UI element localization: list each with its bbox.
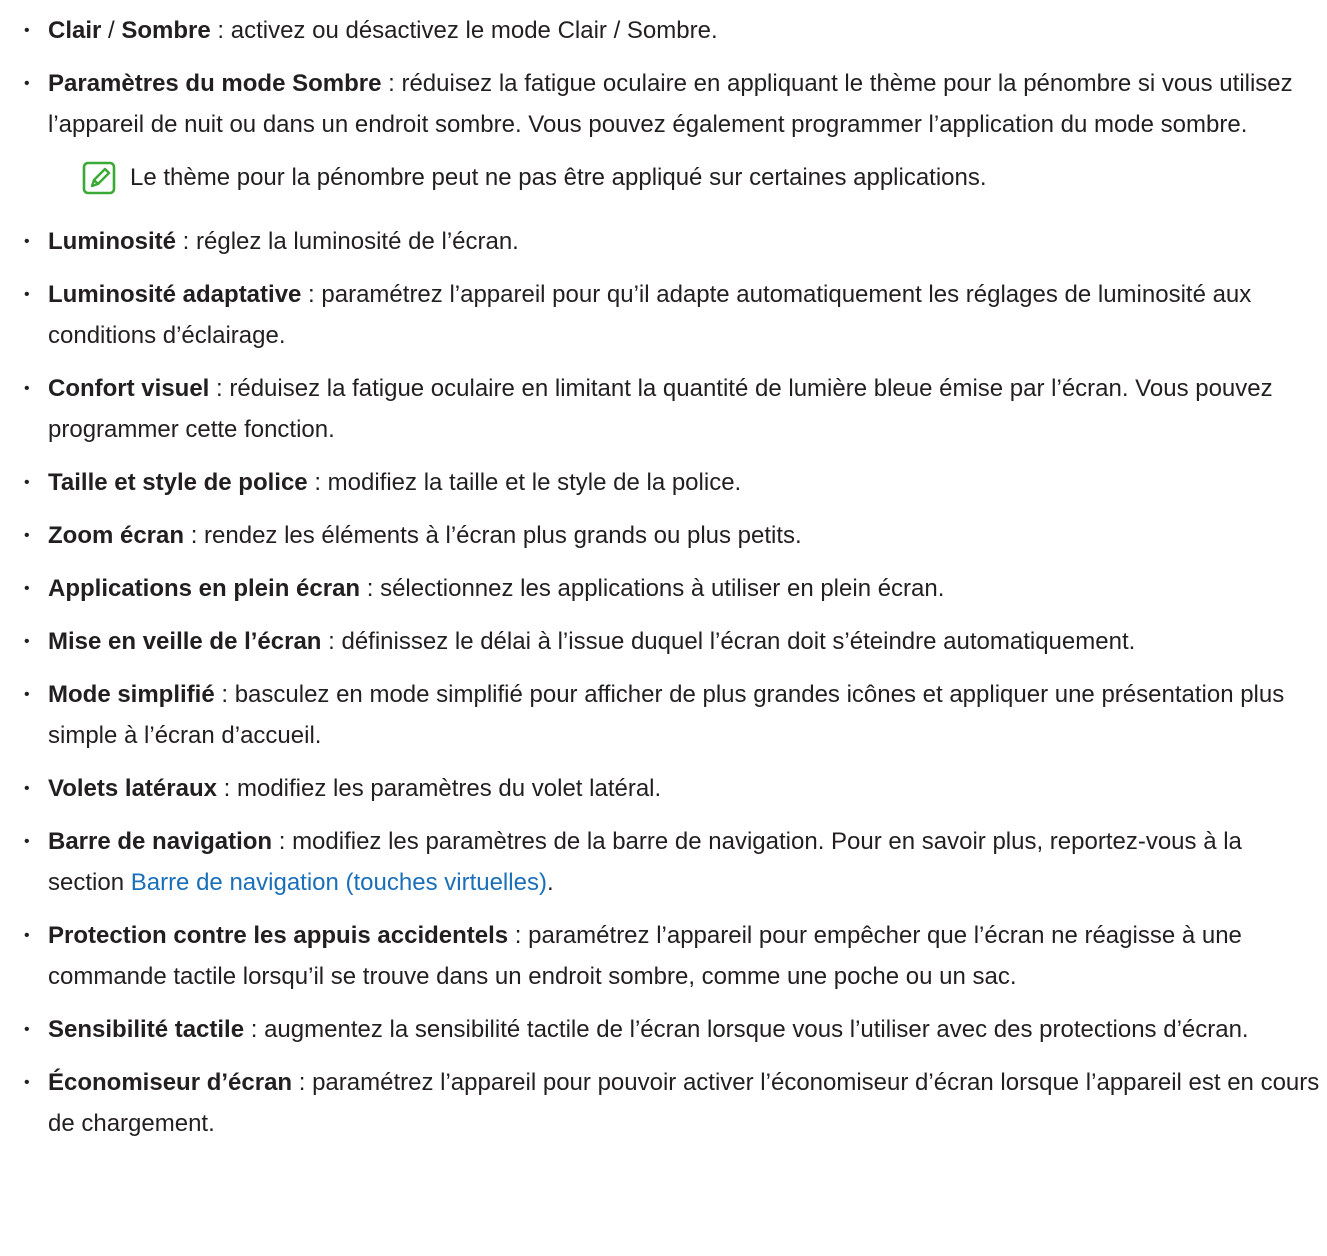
item-term: Sensibilité tactile [48,1016,245,1043]
item-text: Clair / Sombre : activez ou désactivez l… [48,10,1327,51]
note-box: Le thème pour la pénombre peut ne pas êt… [0,157,1327,207]
bullet: • [24,580,30,597]
item-description: : activez ou désactivez le mode Clair / … [210,17,718,44]
item-term: Volets latéraux [48,775,217,802]
list-item-navigation-bar: • Barre de navigation : modifiez les par… [0,821,1327,903]
item-term: Applications en plein écran [48,575,361,602]
list-item-touch-sensitivity: • Sensibilité tactile : augmentez la sen… [0,1009,1327,1050]
settings-display-list: • Clair / Sombre : activez ou désactivez… [0,0,1327,1144]
item-description: : basculez en mode simplifié pour affich… [48,681,1285,749]
item-term: Barre de navigation [48,828,273,855]
item-term: Sombre [121,17,211,44]
item-description: : augmentez la sensibilité tactile de l’… [244,1016,1249,1043]
list-item-eye-comfort: • Confort visuel : réduisez la fatigue o… [0,368,1327,450]
list-item-accidental-touch: • Protection contre les appuis accidente… [0,915,1327,997]
item-term: Luminosité [48,228,177,255]
list-item-screen-timeout: • Mise en veille de l’écran : définissez… [0,621,1327,662]
bullet: • [24,780,30,797]
item-term: Zoom écran [48,522,185,549]
list-item-clair-sombre: • Clair / Sombre : activez ou désactivez… [0,10,1327,51]
bullet: • [24,380,30,397]
item-description: : rendez les éléments à l’écran plus gra… [184,522,802,549]
item-term: Économiseur d’écran [48,1069,293,1096]
item-term: Clair [48,17,102,44]
item-text: Taille et style de police : modifiez la … [48,462,1327,503]
item-term: Luminosité adaptative [48,281,302,308]
item-text: Mise en veille de l’écran : définissez l… [48,621,1327,662]
bullet: • [24,233,30,250]
item-description: : réduisez la fatigue oculaire en limita… [48,375,1273,443]
bullet: • [24,75,30,92]
list-item-brightness: • Luminosité : réglez la luminosité de l… [0,221,1327,262]
bullet: • [24,286,30,303]
item-description: : modifiez la taille et le style de la p… [307,469,742,496]
list-item-screen-zoom: • Zoom écran : rendez les éléments à l’é… [0,515,1327,556]
bullet: • [24,527,30,544]
list-item-easy-mode: • Mode simplifié : basculez en mode simp… [0,674,1327,756]
item-text: Économiseur d’écran : paramétrez l’appar… [48,1062,1327,1144]
item-term: Protection contre les appuis accidentels [48,922,509,949]
navigation-bar-section-link[interactable]: Barre de navigation (touches virtuelles) [131,869,547,896]
note-text: Le thème pour la pénombre peut ne pas êt… [130,164,987,191]
item-term: Taille et style de police [48,469,308,496]
item-description: : sélectionnez les applications à utilis… [360,575,945,602]
item-text: Luminosité : réglez la luminosité de l’é… [48,221,1327,262]
note-pencil-icon [82,161,116,195]
item-text: Mode simplifié : basculez en mode simpli… [48,674,1327,756]
item-text: Applications en plein écran : sélectionn… [48,568,1327,609]
list-item-font-size-style: • Taille et style de police : modifiez l… [0,462,1327,503]
bullet: • [24,686,30,703]
item-text: Volets latéraux : modifiez les paramètre… [48,768,1327,809]
bullet: • [24,633,30,650]
list-item-dark-mode-settings: • Paramètres du mode Sombre : réduisez l… [0,63,1327,145]
term-separator: / [101,17,122,44]
item-text: Zoom écran : rendez les éléments à l’écr… [48,515,1327,556]
item-description: : définissez le délai à l’issue duquel l… [321,628,1136,655]
bullet: • [24,1021,30,1038]
bullet: • [24,474,30,491]
list-item-edge-panels: • Volets latéraux : modifiez les paramèt… [0,768,1327,809]
list-item-fullscreen-apps: • Applications en plein écran : sélectio… [0,568,1327,609]
item-description: : réglez la luminosité de l’écran. [176,228,519,255]
item-term: Mode simplifié [48,681,215,708]
item-text: Confort visuel : réduisez la fatigue ocu… [48,368,1327,450]
item-text: Barre de navigation : modifiez les param… [48,821,1327,903]
item-term: Paramètres du mode Sombre [48,70,382,97]
item-term: Mise en veille de l’écran [48,628,322,655]
bullet: • [24,22,30,39]
item-term: Confort visuel [48,375,210,402]
item-text: Paramètres du mode Sombre : réduisez la … [48,63,1327,145]
item-description: : modifiez les paramètres du volet latér… [216,775,662,802]
item-text: Sensibilité tactile : augmentez la sensi… [48,1009,1327,1050]
item-text: Luminosité adaptative : paramétrez l’app… [48,274,1327,356]
list-item-adaptive-brightness: • Luminosité adaptative : paramétrez l’a… [0,274,1327,356]
bullet: • [24,927,30,944]
item-text: Protection contre les appuis accidentels… [48,915,1327,997]
list-item-screen-saver: • Économiseur d’écran : paramétrez l’app… [0,1062,1327,1144]
bullet: • [24,1074,30,1091]
item-description-end: . [546,869,554,896]
bullet: • [24,833,30,850]
